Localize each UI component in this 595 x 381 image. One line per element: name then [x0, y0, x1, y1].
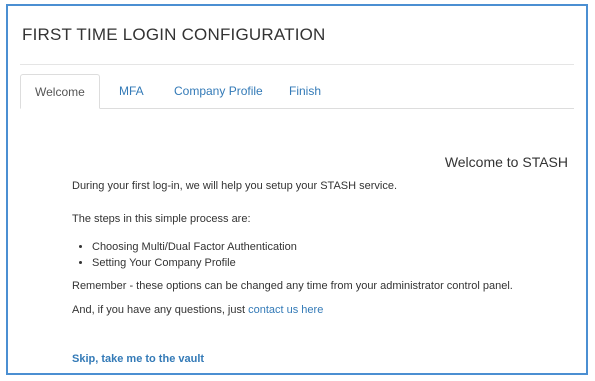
questions-prefix: And, if you have any questions, just: [72, 304, 249, 316]
remember-text: Remember - these options can be changed …: [72, 280, 513, 292]
tab-mfa[interactable]: MFA: [105, 74, 158, 108]
welcome-heading: Welcome to STASH: [444, 154, 568, 170]
tab-welcome[interactable]: Welcome: [20, 74, 100, 109]
list-item: Setting Your Company Profile: [92, 255, 297, 271]
list-item: Choosing Multi/Dual Factor Authenticatio…: [92, 239, 297, 255]
contact-us-link[interactable]: contact us here: [248, 304, 323, 316]
questions-text: And, if you have any questions, just con…: [72, 304, 323, 316]
steps-intro-text: The steps in this simple process are:: [72, 213, 251, 225]
tab-company-profile[interactable]: Company Profile: [160, 74, 277, 108]
steps-list: Choosing Multi/Dual Factor Authenticatio…: [72, 239, 297, 271]
wizard-tabs: Welcome MFA Company Profile Finish: [20, 74, 574, 109]
intro-text: During your first log-in, we will help y…: [72, 180, 398, 192]
configuration-panel: FIRST TIME LOGIN CONFIGURATION Welcome M…: [6, 4, 588, 375]
skip-to-vault-link[interactable]: Skip, take me to the vault: [72, 353, 204, 365]
tab-finish[interactable]: Finish: [275, 74, 335, 108]
title-divider: [20, 64, 574, 65]
page-title: FIRST TIME LOGIN CONFIGURATION: [22, 25, 326, 44]
